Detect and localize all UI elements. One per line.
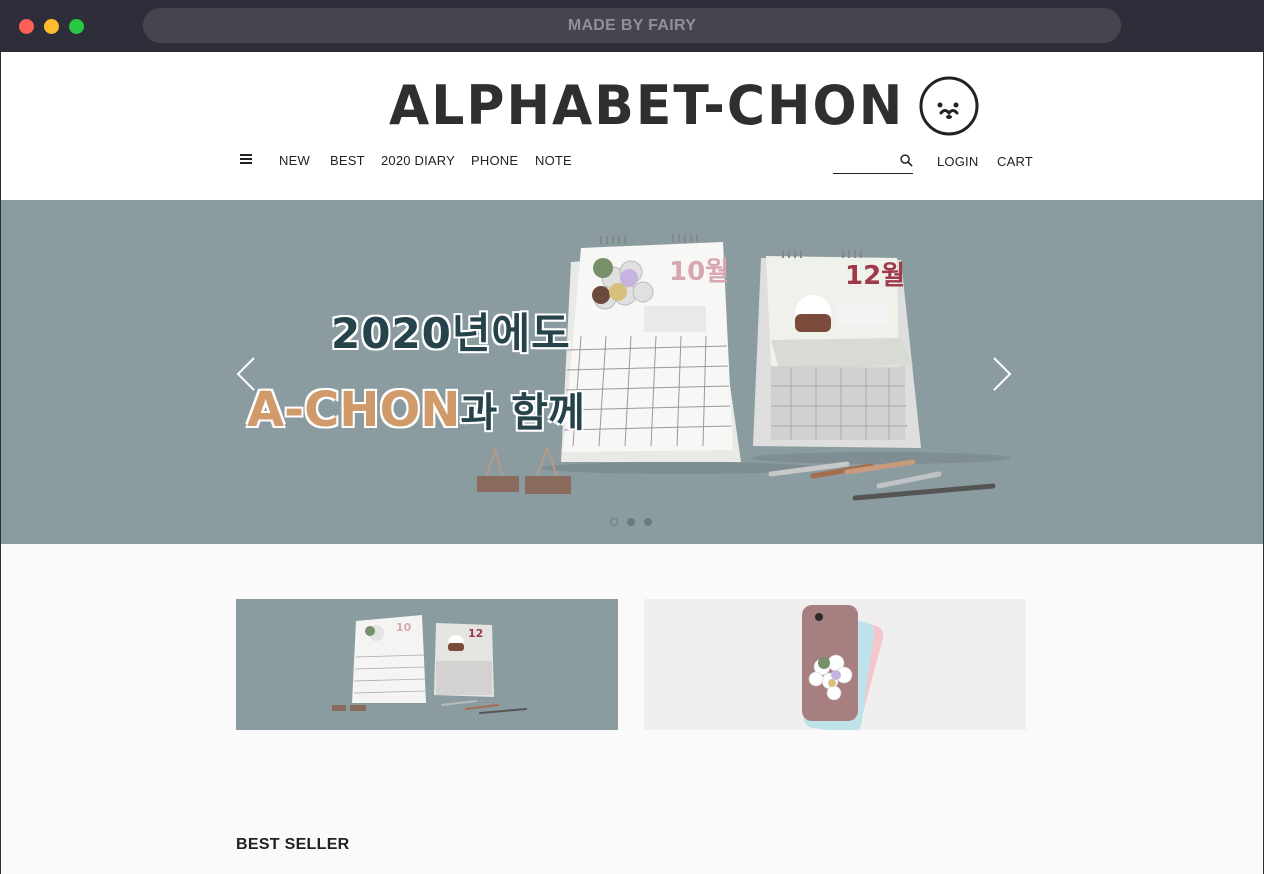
svg-text:12: 12 <box>468 627 483 640</box>
banner-pagination <box>610 518 652 526</box>
nav-item-diary[interactable]: 2020 DIARY <box>381 153 455 168</box>
search-input[interactable] <box>833 150 895 172</box>
content-area <box>1 544 1263 874</box>
best-seller-title: BEST SELLER <box>236 836 350 853</box>
promo-card-phone-case[interactable] <box>644 599 1026 730</box>
banner-dot-1[interactable] <box>610 518 618 526</box>
calendar-month-10: 10월 <box>669 257 729 287</box>
search-box <box>833 150 913 174</box>
banner-next-arrow-icon[interactable] <box>991 356 1013 392</box>
banner-illustration: 10월 12월 <box>477 234 1011 501</box>
logo-text: ALPHABET-CHON <box>389 74 905 138</box>
page: ALPHABET-CHON NEW BEST 2020 DIARY PHONE … <box>1 52 1263 874</box>
minimize-window-button[interactable] <box>44 19 59 34</box>
banner-prev-arrow-icon[interactable] <box>235 356 257 392</box>
search-icon[interactable] <box>900 154 913 167</box>
site-logo[interactable]: ALPHABET-CHON <box>389 72 980 140</box>
banner-headline-line2: A-CHON과 함께 <box>247 380 585 438</box>
banner-headline-accent: A-CHON <box>247 382 461 438</box>
promo-card-calendar[interactable]: 10 12 <box>236 599 618 730</box>
svg-text:10: 10 <box>396 621 412 634</box>
cart-link[interactable]: CART <box>997 154 1033 169</box>
main-nav: NEW BEST 2020 DIARY PHONE NOTE LOGIN CAR… <box>237 146 1033 176</box>
nav-item-new[interactable]: NEW <box>279 153 310 168</box>
nav-item-phone[interactable]: PHONE <box>471 153 518 168</box>
mascot-face-icon <box>919 76 979 136</box>
calendar-month-12: 12월 <box>845 261 905 291</box>
nav-item-best[interactable]: BEST <box>330 153 365 168</box>
window-titlebar: MADE BY FAIRY <box>0 0 1264 52</box>
nav-item-note[interactable]: NOTE <box>535 153 572 168</box>
banner-dot-2[interactable] <box>627 518 635 526</box>
banner-dot-3[interactable] <box>644 518 652 526</box>
maximize-window-button[interactable] <box>69 19 84 34</box>
address-bar[interactable]: MADE BY FAIRY <box>143 8 1121 43</box>
login-link[interactable]: LOGIN <box>937 154 978 169</box>
close-window-button[interactable] <box>19 19 34 34</box>
calendar-thumbnail: 10 12 <box>332 615 527 714</box>
hero-banner[interactable]: 10월 12월 2020년에도 A-CHON과 함께 <box>1 200 1263 544</box>
banner-headline-line1: 2020년에도 <box>331 309 571 358</box>
phone-case-thumbnail <box>802 605 884 730</box>
banner-headline-rest: 과 함께 <box>460 390 585 436</box>
hamburger-menu-icon[interactable] <box>240 154 252 164</box>
